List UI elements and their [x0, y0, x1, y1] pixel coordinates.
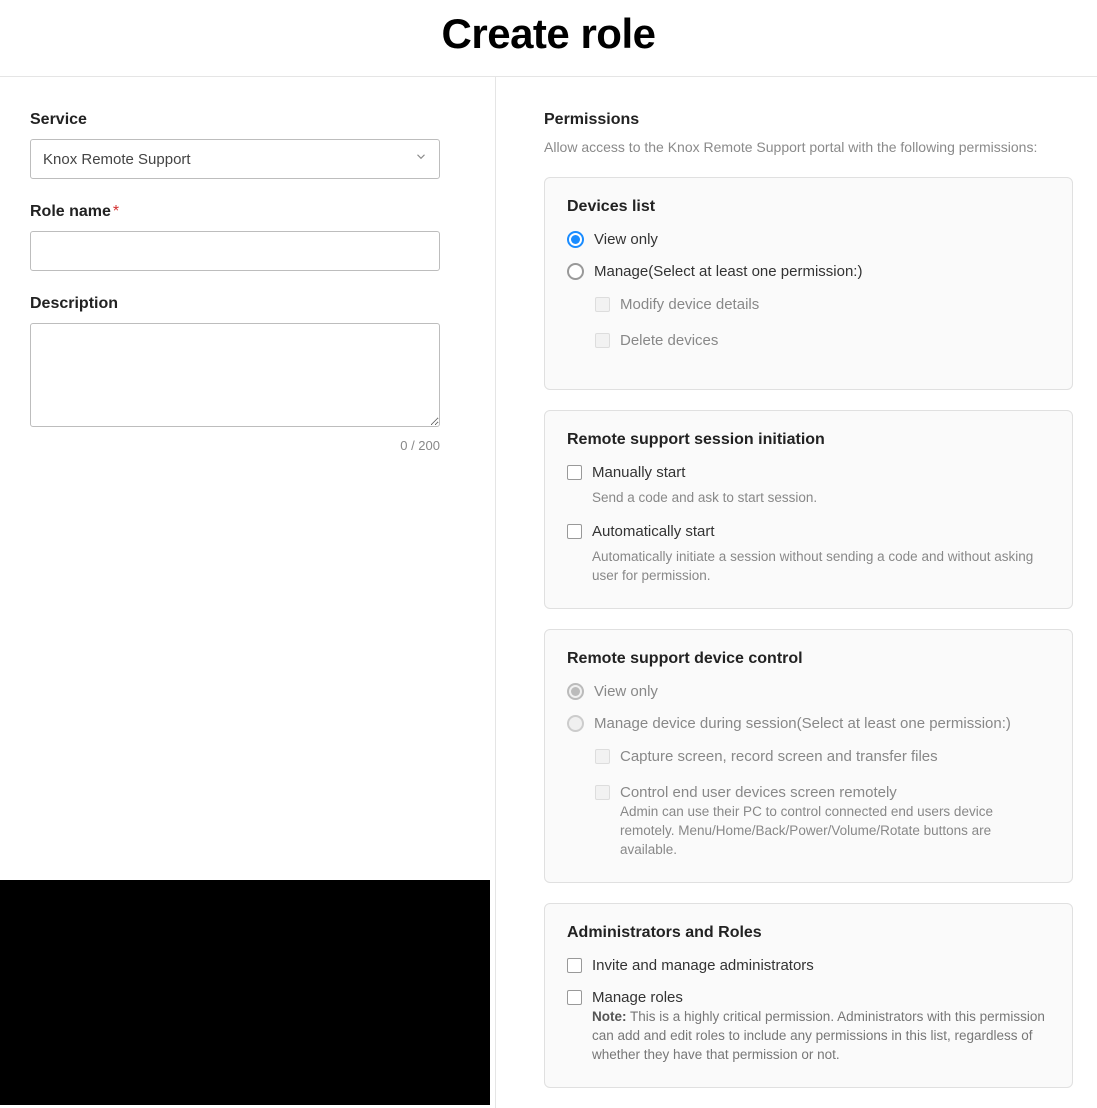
right-column: Permissions Allow access to the Knox Rem…	[496, 77, 1097, 1108]
permissions-heading: Permissions	[544, 111, 1073, 129]
automatically-start-checkbox[interactable]: Automatically start	[567, 522, 1050, 542]
manage-roles-label: Manage roles	[592, 988, 683, 1008]
black-overlay	[0, 880, 490, 1105]
control-manage-label: Manage device during session(Select at l…	[594, 714, 1011, 734]
invite-admins-label: Invite and manage administrators	[592, 956, 814, 976]
manually-start-desc: Send a code and ask to start session.	[592, 489, 1050, 508]
admins-roles-card: Administrators and Roles Invite and mana…	[544, 903, 1073, 1088]
role-name-label: Role name*	[30, 203, 440, 221]
capture-screen-label: Capture screen, record screen and transf…	[620, 747, 938, 767]
invite-admins-checkbox[interactable]: Invite and manage administrators	[567, 956, 1050, 976]
control-manage-suboptions: Capture screen, record screen and transf…	[595, 747, 1050, 860]
service-select-value[interactable]: Knox Remote Support	[30, 139, 440, 179]
description-label: Description	[30, 295, 440, 313]
control-remotely-desc: Admin can use their PC to control connec…	[620, 803, 1050, 860]
checkbox-icon	[595, 749, 610, 764]
checkbox-icon	[567, 524, 582, 539]
control-manage-radio: Manage device during session(Select at l…	[567, 714, 1050, 734]
note-label: Note:	[592, 1009, 627, 1024]
device-control-card: Remote support device control View only …	[544, 629, 1073, 883]
manually-start-checkbox[interactable]: Manually start	[567, 463, 1050, 483]
radio-icon	[567, 263, 584, 280]
checkbox-icon	[567, 958, 582, 973]
devices-list-title: Devices list	[567, 198, 1050, 216]
control-remotely-label: Control end user devices screen remotely	[620, 783, 897, 803]
checkbox-icon	[567, 990, 582, 1005]
radio-icon	[567, 231, 584, 248]
devices-manage-suboptions: Modify device details Delete devices	[595, 295, 1050, 352]
permissions-subtext: Allow access to the Knox Remote Support …	[544, 139, 1073, 155]
manage-roles-checkbox[interactable]: Manage roles	[567, 988, 1050, 1008]
session-initiation-card: Remote support session initiation Manual…	[544, 410, 1073, 609]
role-name-label-text: Role name	[30, 203, 111, 220]
checkbox-icon	[595, 297, 610, 312]
manage-roles-note: Note: This is a highly critical permissi…	[592, 1008, 1050, 1065]
modify-device-details-label: Modify device details	[620, 295, 759, 315]
capture-screen-checkbox: Capture screen, record screen and transf…	[595, 747, 1050, 767]
note-body: This is a highly critical permission. Ad…	[592, 1009, 1045, 1062]
devices-manage-radio[interactable]: Manage(Select at least one permission:)	[567, 262, 1050, 282]
delete-devices-label: Delete devices	[620, 331, 718, 351]
automatically-start-label: Automatically start	[592, 522, 715, 542]
control-view-only-radio: View only	[567, 682, 1050, 702]
role-name-input[interactable]	[30, 231, 440, 271]
modify-device-details-checkbox[interactable]: Modify device details	[595, 295, 1050, 315]
devices-view-only-label: View only	[594, 230, 658, 250]
device-control-title: Remote support device control	[567, 650, 1050, 668]
checkbox-icon	[595, 785, 610, 800]
checkbox-icon	[595, 333, 610, 348]
control-remotely-checkbox: Control end user devices screen remotely	[595, 783, 1050, 803]
service-label: Service	[30, 111, 440, 129]
description-textarea[interactable]	[30, 323, 440, 427]
devices-list-card: Devices list View only Manage(Select at …	[544, 177, 1073, 390]
control-view-only-label: View only	[594, 682, 658, 702]
description-char-count: 0 / 200	[30, 438, 440, 453]
required-star: *	[113, 203, 119, 220]
devices-view-only-radio[interactable]: View only	[567, 230, 1050, 250]
manually-start-label: Manually start	[592, 463, 685, 483]
session-initiation-title: Remote support session initiation	[567, 431, 1050, 449]
service-select[interactable]: Knox Remote Support	[30, 139, 440, 179]
automatically-start-desc: Automatically initiate a session without…	[592, 548, 1050, 586]
checkbox-icon	[567, 465, 582, 480]
devices-manage-label: Manage(Select at least one permission:)	[594, 262, 862, 282]
radio-icon	[567, 683, 584, 700]
delete-devices-checkbox[interactable]: Delete devices	[595, 331, 1050, 351]
admins-roles-title: Administrators and Roles	[567, 924, 1050, 942]
radio-icon	[567, 715, 584, 732]
page-title: Create role	[0, 0, 1097, 76]
